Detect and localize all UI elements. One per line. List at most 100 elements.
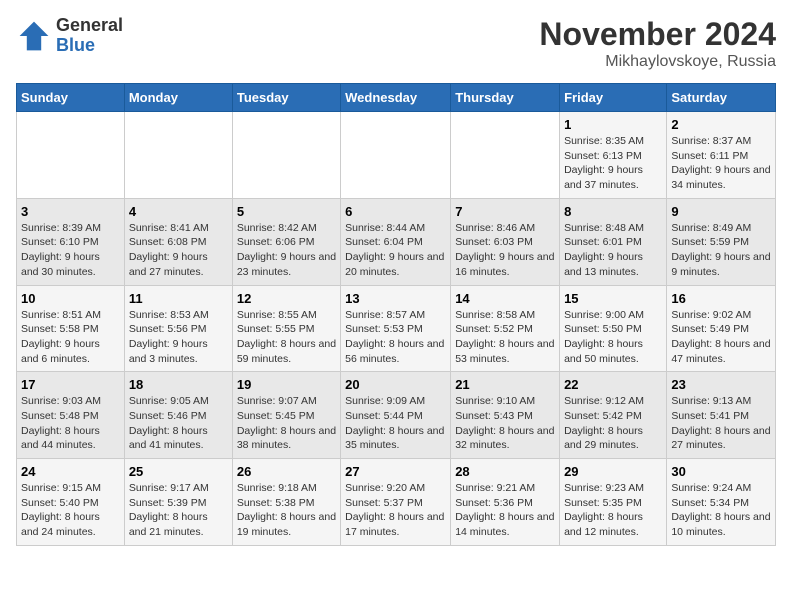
header-saturday: Saturday bbox=[667, 84, 776, 112]
day-info: Sunrise: 8:41 AM Sunset: 6:08 PM Dayligh… bbox=[129, 221, 228, 280]
day-number: 2 bbox=[671, 117, 771, 132]
calendar-cell: 30 Sunrise: 9:24 AM Sunset: 5:34 PM Dayli… bbox=[667, 459, 776, 546]
logo: General Blue bbox=[16, 16, 123, 56]
day-info: Sunrise: 8:46 AM Sunset: 6:03 PM Dayligh… bbox=[455, 221, 555, 280]
calendar-week-3: 10Sunrise: 8:51 AM Sunset: 5:58 PM Dayli… bbox=[17, 285, 776, 372]
calendar-cell: 27 Sunrise: 9:20 AM Sunset: 5:37 PM Dayli… bbox=[341, 459, 451, 546]
day-number: 19 bbox=[237, 377, 336, 392]
calendar-cell: 7 Sunrise: 8:46 AM Sunset: 6:03 PM Daylig… bbox=[451, 198, 560, 285]
day-info: Sunrise: 9:03 AM Sunset: 5:48 PM Dayligh… bbox=[21, 394, 120, 453]
calendar-cell: 22 Sunrise: 9:12 AM Sunset: 5:42 PM Dayli… bbox=[560, 372, 667, 459]
calendar-cell: 13Sunrise: 8:57 AM Sunset: 5:53 PM Dayli… bbox=[341, 285, 451, 372]
day-info: Sunrise: 8:44 AM Sunset: 6:04 PM Dayligh… bbox=[345, 221, 446, 280]
calendar-week-1: 1 Sunrise: 8:35 AM Sunset: 6:13 PM Daylig… bbox=[17, 112, 776, 199]
calendar-cell: 8Sunrise: 8:48 AM Sunset: 6:01 PM Daylig… bbox=[560, 198, 667, 285]
day-number: 20 bbox=[345, 377, 446, 392]
day-number: 1 bbox=[564, 117, 662, 132]
page-header: General Blue November 2024 Mikhaylovskoy… bbox=[16, 16, 776, 71]
calendar-cell: 26 Sunrise: 9:18 AM Sunset: 5:38 PM Dayli… bbox=[232, 459, 340, 546]
calendar-cell bbox=[232, 112, 340, 199]
day-number: 26 bbox=[237, 464, 336, 479]
day-info: Sunrise: 9:05 AM Sunset: 5:46 PM Dayligh… bbox=[129, 394, 228, 453]
calendar-cell bbox=[341, 112, 451, 199]
day-number: 7 bbox=[455, 204, 555, 219]
calendar-cell: 14 Sunrise: 8:58 AM Sunset: 5:52 PM Dayli… bbox=[451, 285, 560, 372]
calendar-cell: 21Sunrise: 9:10 AM Sunset: 5:43 PM Dayli… bbox=[451, 372, 560, 459]
day-number: 14 bbox=[455, 291, 555, 306]
day-info: Sunrise: 9:00 AM Sunset: 5:50 PM Dayligh… bbox=[564, 308, 662, 367]
day-info: Sunrise: 9:21 AM Sunset: 5:36 PM Dayligh… bbox=[455, 481, 555, 540]
header-thursday: Thursday bbox=[451, 84, 560, 112]
calendar-cell: 12 Sunrise: 8:55 AM Sunset: 5:55 PM Dayli… bbox=[232, 285, 340, 372]
day-number: 10 bbox=[21, 291, 120, 306]
calendar-table: SundayMondayTuesdayWednesdayThursdayFrid… bbox=[16, 83, 776, 546]
day-number: 4 bbox=[129, 204, 228, 219]
day-info: Sunrise: 9:23 AM Sunset: 5:35 PM Dayligh… bbox=[564, 481, 662, 540]
day-number: 29 bbox=[564, 464, 662, 479]
day-info: Sunrise: 9:18 AM Sunset: 5:38 PM Dayligh… bbox=[237, 481, 336, 540]
calendar-week-5: 24 Sunrise: 9:15 AM Sunset: 5:40 PM Dayli… bbox=[17, 459, 776, 546]
day-info: Sunrise: 8:58 AM Sunset: 5:52 PM Dayligh… bbox=[455, 308, 555, 367]
calendar-cell: 17Sunrise: 9:03 AM Sunset: 5:48 PM Dayli… bbox=[17, 372, 125, 459]
logo-general: General bbox=[56, 16, 123, 36]
calendar-cell: 1 Sunrise: 8:35 AM Sunset: 6:13 PM Daylig… bbox=[560, 112, 667, 199]
calendar-cell: 16 Sunrise: 9:02 AM Sunset: 5:49 PM Dayli… bbox=[667, 285, 776, 372]
day-number: 8 bbox=[564, 204, 662, 219]
day-number: 15 bbox=[564, 291, 662, 306]
header-tuesday: Tuesday bbox=[232, 84, 340, 112]
day-info: Sunrise: 9:09 AM Sunset: 5:44 PM Dayligh… bbox=[345, 394, 446, 453]
day-info: Sunrise: 8:39 AM Sunset: 6:10 PM Dayligh… bbox=[21, 221, 120, 280]
calendar-cell: 19 Sunrise: 9:07 AM Sunset: 5:45 PM Dayli… bbox=[232, 372, 340, 459]
calendar-cell: 6 Sunrise: 8:44 AM Sunset: 6:04 PM Daylig… bbox=[341, 198, 451, 285]
day-number: 28 bbox=[455, 464, 555, 479]
calendar-cell: 18 Sunrise: 9:05 AM Sunset: 5:46 PM Dayli… bbox=[124, 372, 232, 459]
calendar-cell: 23Sunrise: 9:13 AM Sunset: 5:41 PM Dayli… bbox=[667, 372, 776, 459]
calendar-week-4: 17Sunrise: 9:03 AM Sunset: 5:48 PM Dayli… bbox=[17, 372, 776, 459]
day-number: 24 bbox=[21, 464, 120, 479]
logo-blue: Blue bbox=[56, 36, 123, 56]
calendar-cell bbox=[17, 112, 125, 199]
calendar-cell: 25Sunrise: 9:17 AM Sunset: 5:39 PM Dayli… bbox=[124, 459, 232, 546]
day-info: Sunrise: 9:13 AM Sunset: 5:41 PM Dayligh… bbox=[671, 394, 771, 453]
calendar-cell: 28 Sunrise: 9:21 AM Sunset: 5:36 PM Dayli… bbox=[451, 459, 560, 546]
calendar-cell: 9Sunrise: 8:49 AM Sunset: 5:59 PM Daylig… bbox=[667, 198, 776, 285]
calendar-cell: 11Sunrise: 8:53 AM Sunset: 5:56 PM Dayli… bbox=[124, 285, 232, 372]
logo-text: General Blue bbox=[56, 16, 123, 56]
day-info: Sunrise: 8:35 AM Sunset: 6:13 PM Dayligh… bbox=[564, 134, 662, 193]
day-info: Sunrise: 8:55 AM Sunset: 5:55 PM Dayligh… bbox=[237, 308, 336, 367]
calendar-cell: 2 Sunrise: 8:37 AM Sunset: 6:11 PM Daylig… bbox=[667, 112, 776, 199]
day-info: Sunrise: 9:20 AM Sunset: 5:37 PM Dayligh… bbox=[345, 481, 446, 540]
day-number: 22 bbox=[564, 377, 662, 392]
calendar-week-2: 3 Sunrise: 8:39 AM Sunset: 6:10 PM Daylig… bbox=[17, 198, 776, 285]
day-info: Sunrise: 8:37 AM Sunset: 6:11 PM Dayligh… bbox=[671, 134, 771, 193]
header-wednesday: Wednesday bbox=[341, 84, 451, 112]
day-number: 18 bbox=[129, 377, 228, 392]
day-info: Sunrise: 9:24 AM Sunset: 5:34 PM Dayligh… bbox=[671, 481, 771, 540]
month-title: November 2024 bbox=[539, 16, 776, 53]
logo-icon bbox=[16, 18, 52, 54]
calendar-header-row: SundayMondayTuesdayWednesdayThursdayFrid… bbox=[17, 84, 776, 112]
day-info: Sunrise: 8:49 AM Sunset: 5:59 PM Dayligh… bbox=[671, 221, 771, 280]
day-number: 3 bbox=[21, 204, 120, 219]
day-info: Sunrise: 8:53 AM Sunset: 5:56 PM Dayligh… bbox=[129, 308, 228, 367]
location: Mikhaylovskoye, Russia bbox=[539, 53, 776, 71]
calendar-cell: 24 Sunrise: 9:15 AM Sunset: 5:40 PM Dayli… bbox=[17, 459, 125, 546]
calendar-cell: 10Sunrise: 8:51 AM Sunset: 5:58 PM Dayli… bbox=[17, 285, 125, 372]
day-info: Sunrise: 9:12 AM Sunset: 5:42 PM Dayligh… bbox=[564, 394, 662, 453]
header-sunday: Sunday bbox=[17, 84, 125, 112]
day-info: Sunrise: 8:57 AM Sunset: 5:53 PM Dayligh… bbox=[345, 308, 446, 367]
day-info: Sunrise: 9:07 AM Sunset: 5:45 PM Dayligh… bbox=[237, 394, 336, 453]
day-number: 27 bbox=[345, 464, 446, 479]
day-info: Sunrise: 9:10 AM Sunset: 5:43 PM Dayligh… bbox=[455, 394, 555, 453]
calendar-cell bbox=[451, 112, 560, 199]
calendar-cell: 20 Sunrise: 9:09 AM Sunset: 5:44 PM Dayli… bbox=[341, 372, 451, 459]
day-number: 25 bbox=[129, 464, 228, 479]
title-block: November 2024 Mikhaylovskoye, Russia bbox=[539, 16, 776, 71]
day-info: Sunrise: 9:02 AM Sunset: 5:49 PM Dayligh… bbox=[671, 308, 771, 367]
header-monday: Monday bbox=[124, 84, 232, 112]
day-number: 12 bbox=[237, 291, 336, 306]
day-number: 16 bbox=[671, 291, 771, 306]
day-number: 30 bbox=[671, 464, 771, 479]
day-info: Sunrise: 9:15 AM Sunset: 5:40 PM Dayligh… bbox=[21, 481, 120, 540]
day-number: 6 bbox=[345, 204, 446, 219]
